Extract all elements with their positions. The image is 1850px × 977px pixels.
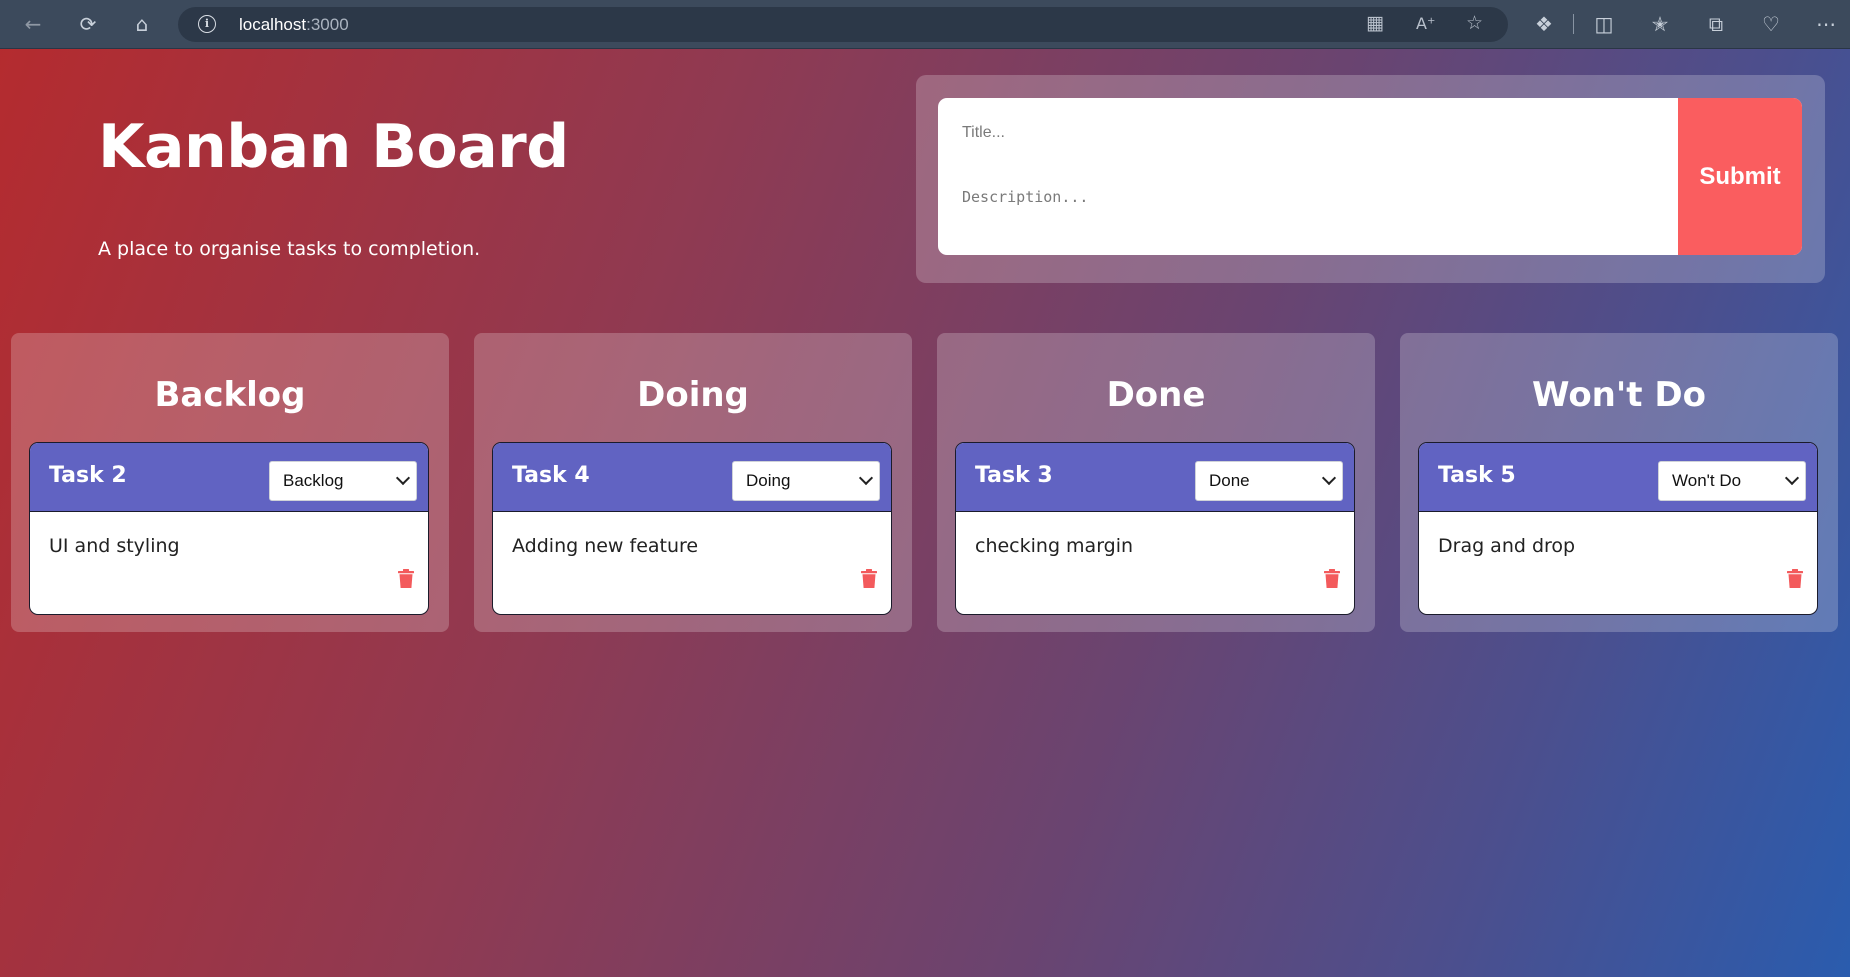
task-card-header: Task 2 Backlog [30,443,428,512]
chevron-down-icon [858,470,874,486]
home-icon[interactable]: ⌂ [128,10,156,38]
status-select-value: Won't Do [1672,471,1742,490]
status-select[interactable]: Won't Do [1658,461,1806,501]
page-title: Kanban Board [98,112,569,182]
status-select-value: Backlog [283,471,344,490]
task-card[interactable]: Task 4 Doing Adding new feature [492,442,892,615]
column-title: Backlog [154,375,306,415]
app-available-icon[interactable]: ▦ [1366,12,1384,34]
task-card-header: Task 3 Done [956,443,1354,512]
favorite-star-icon[interactable]: ☆ [1466,12,1483,34]
task-description: UI and styling [49,535,180,557]
status-select[interactable]: Done [1195,461,1343,501]
chevron-down-icon [1784,470,1800,486]
back-arrow-icon[interactable]: ← [19,10,47,38]
task-description: Adding new feature [512,535,699,557]
title-input[interactable] [958,118,1646,148]
column-title: Won't Do [1532,375,1706,415]
page-subtitle: A place to organise tasks to completion. [98,238,481,260]
status-select[interactable]: Doing [732,461,880,501]
task-card-header: Task 5 Won't Do [1419,443,1817,512]
collections-icon[interactable]: ⧉ [1702,10,1730,38]
column-doing: Doing Task 4 Doing Adding new feature [474,333,912,632]
task-card[interactable]: Task 5 Won't Do Drag and drop [1418,442,1818,615]
description-input[interactable] [958,188,1646,228]
task-card[interactable]: Task 2 Backlog UI and styling [29,442,429,615]
status-select[interactable]: Backlog [269,461,417,501]
column-title: Doing [637,375,749,415]
column-title: Done [1106,375,1206,415]
task-title: Task 2 [49,463,127,488]
favorites-icon[interactable]: ✭ [1646,10,1674,38]
chevron-down-icon [1321,470,1337,486]
column-backlog: Backlog Task 2 Backlog UI and styling [11,333,449,632]
column-done: Done Task 3 Done checking margin [937,333,1375,632]
task-description: Drag and drop [1438,535,1576,557]
task-title: Task 3 [975,463,1053,488]
task-title: Task 4 [512,463,590,488]
split-screen-icon[interactable]: ◫ [1590,10,1618,38]
column-wont-do: Won't Do Task 5 Won't Do Drag and drop [1400,333,1838,632]
task-card[interactable]: Task 3 Done checking margin [955,442,1355,615]
status-select-value: Done [1209,471,1250,490]
extensions-icon[interactable]: ❖ [1530,10,1558,38]
browser-essentials-icon[interactable]: ♡ [1757,10,1785,38]
more-menu-icon[interactable]: ⋯ [1812,10,1840,38]
site-info-icon[interactable]: i [198,15,216,33]
new-task-form: Submit [938,98,1802,255]
address-bar[interactable]: i localhost:3000 ▦ A⁺ ☆ [178,7,1508,42]
read-aloud-icon[interactable]: A⁺ [1416,14,1435,33]
browser-toolbar: ← ⟳ ⌂ i localhost:3000 ▦ A⁺ ☆ ❖ ◫ ✭ ⧉ ♡ … [0,0,1850,49]
chevron-down-icon [395,470,411,486]
trash-icon[interactable] [1324,569,1340,588]
status-select-value: Doing [746,471,791,490]
task-description: checking margin [975,535,1134,557]
submit-button[interactable]: Submit [1678,98,1802,255]
task-title: Task 5 [1438,463,1516,488]
toolbar-divider [1573,14,1574,34]
url-port: :3000 [306,15,349,34]
trash-icon[interactable] [1787,569,1803,588]
new-task-form-panel: Submit [916,75,1825,283]
trash-icon[interactable] [398,569,414,588]
url-text[interactable]: localhost:3000 [239,15,349,35]
url-host: localhost [239,15,307,34]
refresh-icon[interactable]: ⟳ [74,10,102,38]
task-card-header: Task 4 Doing [493,443,891,512]
trash-icon[interactable] [861,569,877,588]
